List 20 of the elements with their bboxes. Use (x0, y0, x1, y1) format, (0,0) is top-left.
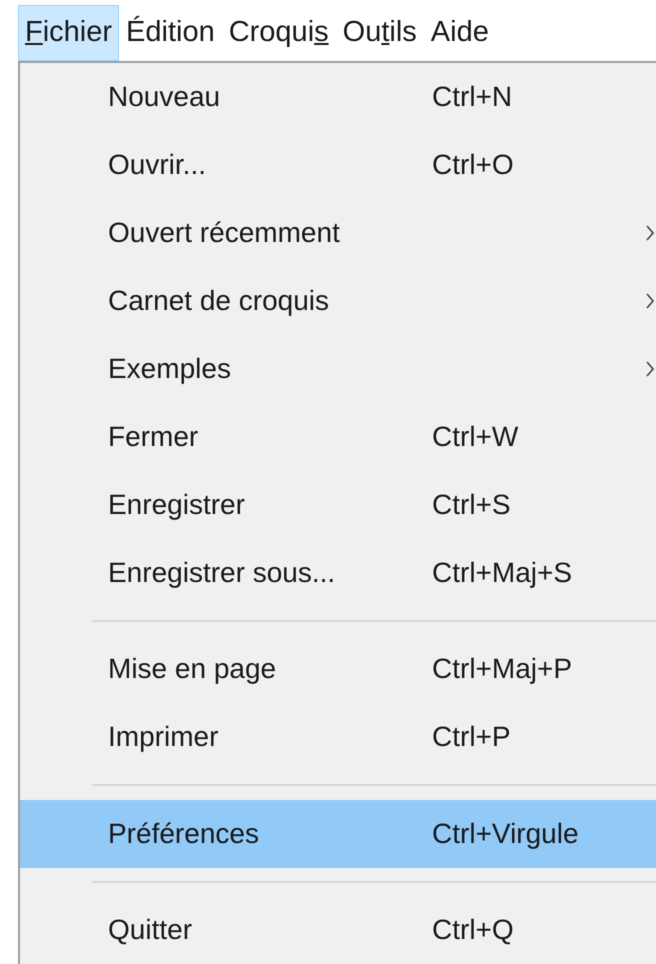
menu-item[interactable]: Ouvert récemment (20, 199, 656, 267)
menu-item[interactable]: Enregistrer sous... Ctrl+Maj+S (20, 539, 656, 607)
menu-item[interactable]: Mise en page Ctrl+Maj+P (20, 635, 656, 704)
chevron-right-icon (646, 225, 654, 241)
menu-item[interactable]: Carnet de croquis (20, 267, 656, 335)
menu-bar-item[interactable]: Outils (336, 5, 424, 61)
menu-bar-item[interactable]: Fichier (18, 5, 120, 61)
chevron-right-icon (646, 293, 654, 309)
menu-bar-item[interactable]: Croquis (222, 5, 336, 61)
menu-item[interactable]: Fermer Ctrl+W (20, 403, 656, 471)
menu-item[interactable]: Exemples (20, 335, 656, 403)
menu-item[interactable]: Quitter Ctrl+Q (20, 896, 656, 964)
chevron-right-icon (646, 361, 654, 377)
menu-item[interactable]: Préférences Ctrl+Virgule (20, 800, 656, 868)
menu-item[interactable]: Enregistrer Ctrl+S (20, 471, 656, 539)
menu-item[interactable]: Imprimer Ctrl+P (20, 703, 656, 772)
menu-item[interactable]: Nouveau Ctrl+N (20, 63, 656, 131)
menu-bar-item[interactable]: Édition (119, 5, 222, 61)
menu-bar-item[interactable]: Aide (424, 5, 496, 61)
menu-item[interactable]: Ouvrir... Ctrl+O (20, 131, 656, 199)
